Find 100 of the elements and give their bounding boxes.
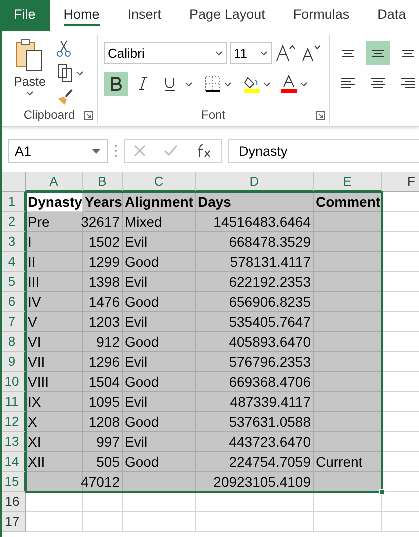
row-header[interactable]: 3 xyxy=(2,232,26,252)
table-cell: V xyxy=(26,312,83,332)
italic-icon xyxy=(138,77,148,91)
formula-field[interactable]: Dynasty xyxy=(228,139,419,163)
cut-icon[interactable] xyxy=(56,39,72,59)
table-cell: Evil xyxy=(123,432,196,452)
table-cell: 997 xyxy=(83,432,123,452)
table-cell: Evil xyxy=(123,312,196,332)
table-cell xyxy=(83,492,123,512)
caret-icon xyxy=(215,50,223,56)
table-cell: 47012 xyxy=(83,472,123,492)
ribbon-tab[interactable]: Page Layout xyxy=(176,0,280,31)
table-cell: 1504 xyxy=(83,372,123,392)
table-cell: Good xyxy=(123,252,196,272)
table-cell: Mixed xyxy=(123,212,196,232)
bold-icon xyxy=(110,77,122,91)
name-box[interactable]: A1 xyxy=(8,139,108,163)
row-header[interactable]: 9 xyxy=(2,352,26,372)
paint-bucket-icon xyxy=(243,75,261,93)
table-cell: 669368.4706 xyxy=(196,372,314,392)
row-header[interactable]: 4 xyxy=(2,252,26,272)
row-header[interactable]: 14 xyxy=(2,452,26,472)
group-label: Font xyxy=(201,108,226,122)
row-header[interactable]: 1 xyxy=(2,192,26,212)
table-cell: 505 xyxy=(83,452,123,472)
table-cell: 1095 xyxy=(83,392,123,412)
table-cell: Good xyxy=(123,452,196,472)
column-header[interactable]: B xyxy=(83,172,123,192)
ribbon-tab[interactable]: Home xyxy=(50,0,114,31)
decrease-font-size-icon[interactable] xyxy=(300,43,322,63)
row-header[interactable]: 6 xyxy=(2,292,26,312)
table-cell: 443723.6470 xyxy=(196,432,314,452)
caret-icon xyxy=(185,82,193,86)
table-cell: Evil xyxy=(123,392,196,412)
insert-function-icon[interactable] xyxy=(196,144,212,158)
table-cell: 537631.0588 xyxy=(196,412,314,432)
table-cell: 668478.3529 xyxy=(196,232,314,252)
table-cell: Days xyxy=(196,192,314,212)
table-cell xyxy=(314,392,382,412)
table-cell: 14516483.6464 xyxy=(196,212,314,232)
column-header[interactable]: C xyxy=(123,172,196,192)
table-cell: II xyxy=(26,252,83,272)
dialog-launcher-icon[interactable] xyxy=(84,111,93,120)
borders-icon xyxy=(204,75,222,93)
table-cell: 912 xyxy=(83,332,123,352)
column-header[interactable]: D xyxy=(196,172,314,192)
table-cell: XII xyxy=(26,452,83,472)
copy-icon xyxy=(56,63,74,83)
table-cell xyxy=(314,352,382,372)
caret-icon xyxy=(260,50,268,56)
table-cell: Current xyxy=(314,452,382,472)
underline-icon xyxy=(164,76,176,92)
font-size-dropdown[interactable]: 11 xyxy=(230,42,272,64)
copy-button[interactable] xyxy=(56,63,84,83)
font-name-dropdown[interactable]: Calibri xyxy=(104,42,227,64)
caret-icon xyxy=(263,82,271,86)
ribbon-tab[interactable]: Data xyxy=(364,0,419,31)
row-header[interactable]: 8 xyxy=(2,332,26,352)
paste-button[interactable]: Paste xyxy=(8,39,52,106)
table-cell xyxy=(314,332,382,352)
ribbon-tab[interactable]: Formulas xyxy=(279,0,364,31)
table-cell: VII xyxy=(26,352,83,372)
row-header[interactable]: 2 xyxy=(2,212,26,232)
table-cell xyxy=(314,412,382,432)
fill-handle[interactable] xyxy=(379,489,385,495)
table-cell: Good xyxy=(123,412,196,432)
caret-icon xyxy=(300,82,308,86)
row-header[interactable]: 12 xyxy=(2,412,26,432)
drag-handle-icon xyxy=(114,144,118,158)
bold-button[interactable] xyxy=(104,72,128,96)
table-cell xyxy=(314,252,382,272)
table-cell: 20923105.4109 xyxy=(196,472,314,492)
column-header[interactable]: E xyxy=(314,172,382,192)
table-cell: 576796.2353 xyxy=(196,352,314,372)
row-header[interactable]: 5 xyxy=(2,272,26,292)
borders-button[interactable] xyxy=(204,75,232,93)
row-header[interactable]: 17 xyxy=(2,512,26,532)
caret-icon xyxy=(76,70,84,76)
ribbon-tab[interactable]: Insert xyxy=(114,0,176,31)
dialog-launcher-icon[interactable] xyxy=(316,111,325,120)
table-cell: Comment xyxy=(314,192,382,212)
table-cell xyxy=(314,472,382,492)
table-cell: 1296 xyxy=(83,352,123,372)
row-header[interactable]: 13 xyxy=(2,432,26,452)
increase-font-size-icon[interactable] xyxy=(275,43,297,63)
row-header[interactable]: 10 xyxy=(2,372,26,392)
row-header[interactable]: 11 xyxy=(2,392,26,412)
middle-align-button[interactable] xyxy=(366,41,390,65)
table-cell: X xyxy=(26,412,83,432)
column-header[interactable]: F xyxy=(382,172,419,192)
fill-color-button[interactable] xyxy=(243,75,271,93)
row-header[interactable]: 15 xyxy=(2,472,26,492)
table-cell xyxy=(314,492,382,512)
column-header[interactable]: A xyxy=(26,172,83,192)
format-painter-icon[interactable] xyxy=(56,87,74,105)
row-header[interactable]: 7 xyxy=(2,312,26,332)
table-cell xyxy=(314,232,382,252)
file-tab[interactable]: File xyxy=(2,0,50,31)
font-color-button[interactable] xyxy=(280,75,308,93)
row-header[interactable]: 16 xyxy=(2,492,26,512)
